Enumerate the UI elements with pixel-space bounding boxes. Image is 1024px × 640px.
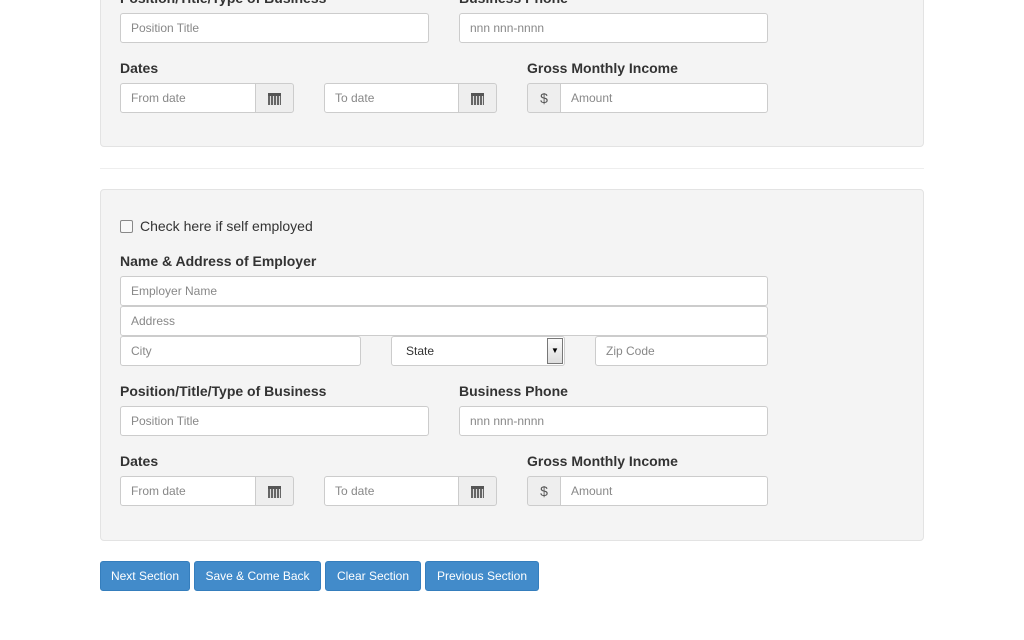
self-employed-checkbox[interactable]: [120, 220, 133, 233]
amount-input[interactable]: Amount: [560, 476, 768, 506]
income-label: Gross Monthly Income: [527, 60, 678, 76]
zip-input[interactable]: Zip Code: [595, 336, 768, 366]
calendar-button[interactable]: [458, 83, 497, 113]
amount-input[interactable]: Amount: [560, 83, 768, 113]
phone-label: Business Phone: [459, 383, 568, 399]
dates-label: Dates: [120, 60, 159, 76]
calendar-icon: [471, 92, 484, 105]
state-select[interactable]: State ▼: [391, 336, 565, 366]
position-input[interactable]: Position Title: [120, 406, 429, 436]
city-input[interactable]: City: [120, 336, 361, 366]
next-section-button[interactable]: Next Section: [100, 561, 190, 591]
calendar-icon: [471, 485, 484, 498]
self-employed-label: Check here if self employed: [140, 218, 313, 234]
phone-label: Business Phone: [459, 0, 568, 6]
position-label: Position/Title/Type of Business: [120, 0, 326, 6]
position-input[interactable]: Position Title: [120, 13, 429, 43]
address-input[interactable]: Address: [120, 306, 768, 336]
phone-input[interactable]: nnn nnn-nnnn: [459, 13, 768, 43]
state-value: State: [406, 344, 435, 358]
position-label: Position/Title/Type of Business: [120, 383, 327, 399]
calendar-icon: [268, 92, 281, 105]
dates-label: Dates: [120, 453, 159, 469]
employer-label: Name & Address of Employer: [120, 253, 317, 269]
chevron-down-icon[interactable]: ▼: [547, 338, 563, 364]
save-come-back-button[interactable]: Save & Come Back: [194, 561, 321, 591]
currency-addon: $: [527, 476, 561, 506]
calendar-icon: [268, 485, 281, 498]
from-date-input[interactable]: From date: [120, 476, 256, 506]
employer-name-input[interactable]: Employer Name: [120, 276, 768, 306]
to-date-input[interactable]: To date: [324, 83, 459, 113]
to-date-input[interactable]: To date: [324, 476, 459, 506]
clear-section-button[interactable]: Clear Section: [325, 561, 421, 591]
divider: [100, 168, 924, 169]
previous-section-button[interactable]: Previous Section: [425, 561, 539, 591]
phone-input[interactable]: nnn nnn-nnnn: [459, 406, 768, 436]
currency-addon: $: [527, 83, 561, 113]
calendar-button[interactable]: [458, 476, 497, 506]
from-date-input[interactable]: From date: [120, 83, 256, 113]
calendar-button[interactable]: [255, 476, 294, 506]
calendar-button[interactable]: [255, 83, 294, 113]
income-label: Gross Monthly Income: [527, 453, 678, 469]
